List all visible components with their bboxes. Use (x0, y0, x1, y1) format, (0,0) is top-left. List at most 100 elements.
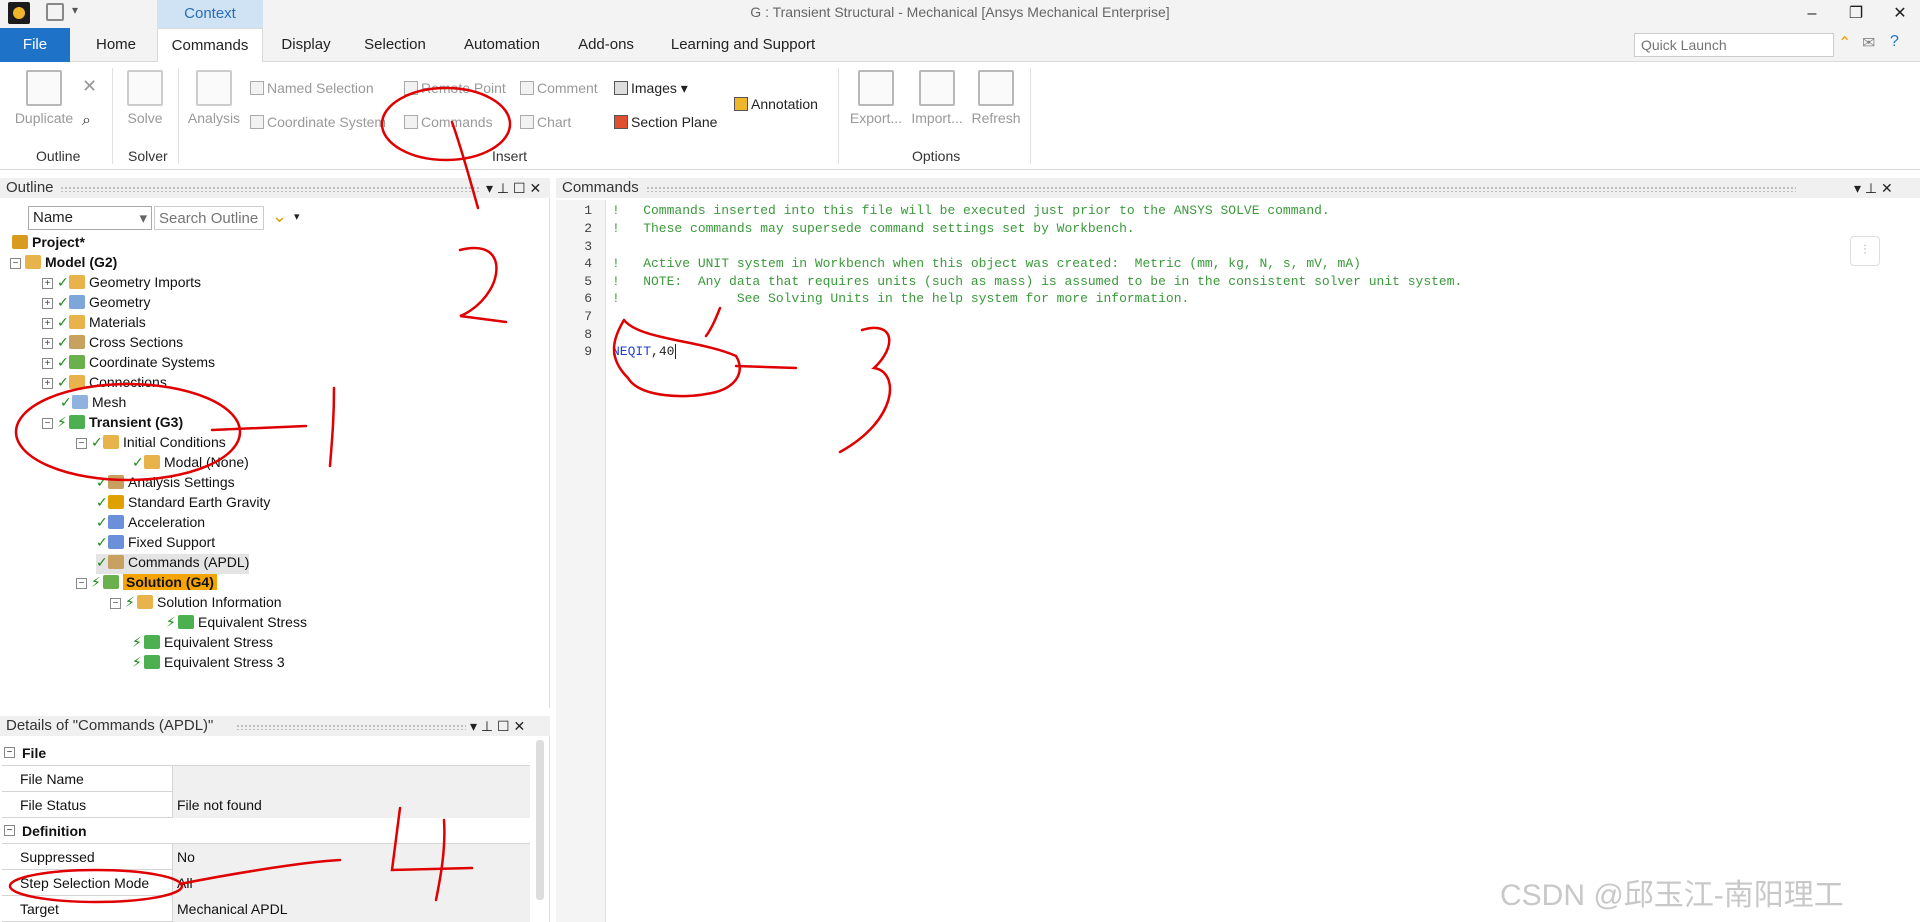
tree-node-fixed-support[interactable]: ✓ Fixed Support (96, 534, 215, 554)
details-group-definition[interactable]: − Definition (2, 818, 530, 844)
tree-node-modal[interactable]: ✓ Modal (None) (132, 454, 249, 474)
expand-icon[interactable]: + (42, 358, 53, 369)
tree-node-equivalent-stress-child[interactable]: ⚡ Equivalent Stress (166, 614, 307, 634)
collapse-icon[interactable]: − (42, 418, 53, 429)
collapse-icon[interactable]: − (4, 747, 15, 758)
delete-icon[interactable]: ✕ (82, 76, 97, 97)
expand-icon[interactable]: + (42, 298, 53, 309)
minimize-button[interactable]: – (1794, 2, 1830, 26)
details-panel-controls[interactable]: ▾ ⊥ ☐ ✕ (470, 716, 525, 736)
tree-node-acceleration[interactable]: ✓ Acceleration (96, 514, 205, 534)
expand-icon[interactable]: + (42, 318, 53, 329)
find-icon[interactable]: ⌕ (82, 112, 91, 130)
export-button[interactable]: Export... (846, 70, 906, 126)
tree-node-transient[interactable]: − ⚡ Transient (G3) (42, 414, 183, 434)
details-value[interactable]: No (172, 844, 530, 870)
tree-node-model[interactable]: − Model (G2) (10, 254, 117, 274)
tree-node-coordinate-systems[interactable]: + ✓ Coordinate Systems (42, 354, 215, 374)
code-line-neqit[interactable]: NEQIT,40 (612, 344, 677, 359)
help-icon[interactable]: ? (1890, 33, 1899, 51)
tree-node-equivalent-stress-3[interactable]: ⚡ Equivalent Stress 3 (132, 654, 285, 674)
tab-automation[interactable]: Automation (452, 28, 552, 62)
refresh-button[interactable]: Refresh (968, 70, 1024, 126)
panel-grip[interactable] (60, 186, 480, 192)
apdl-command-editor[interactable]: 1 2 3 4 5 6 7 8 9 ! Commands inserted in… (556, 200, 1920, 922)
tree-node-earth-gravity[interactable]: ✓ Standard Earth Gravity (96, 494, 270, 514)
remote-point-button[interactable]: Remote Point (404, 80, 506, 96)
details-row-step-selection-mode[interactable]: Step Selection Mode All (2, 870, 530, 896)
analysis-button[interactable]: Analysis (184, 70, 244, 126)
quick-launch-input[interactable] (1634, 33, 1834, 57)
tree-node-project[interactable]: Project* (12, 234, 85, 254)
code-line[interactable]: ! Commands inserted into this file will … (612, 203, 1330, 218)
tree-node-mesh[interactable]: ✓ Mesh (60, 394, 126, 414)
details-row-target[interactable]: Target Mechanical APDL (2, 896, 530, 922)
filter-chevron-icon[interactable]: ⌄ (272, 206, 287, 227)
tree-node-solution-information[interactable]: − ⚡ Solution Information (110, 594, 282, 614)
code-line[interactable]: ! NOTE: Any data that requires units (su… (612, 274, 1462, 289)
quick-access-dropdown-icon[interactable]: ▾ (72, 3, 78, 17)
restore-button[interactable]: ❐ (1838, 2, 1874, 26)
code-line[interactable]: ! Active UNIT system in Workbench when t… (612, 256, 1361, 271)
comment-button[interactable]: Comment (520, 80, 598, 96)
duplicate-button[interactable]: Duplicate (12, 70, 76, 126)
outline-panel-controls[interactable]: ▾ ⊥ ☐ ✕ (486, 178, 541, 198)
commands-panel-controls[interactable]: ▾ ⊥ ✕ (1854, 178, 1893, 198)
tab-add-ons[interactable]: Add-ons (566, 28, 646, 62)
expand-icon[interactable]: + (42, 278, 53, 289)
close-button[interactable]: ✕ (1882, 2, 1918, 26)
tab-commands[interactable]: Commands (157, 28, 263, 63)
import-button[interactable]: Import... (906, 70, 968, 126)
coordinate-system-button[interactable]: Coordinate System (250, 114, 386, 130)
annotation-button[interactable]: Annotation (734, 96, 818, 112)
collapse-icon[interactable]: − (110, 598, 121, 609)
code-line[interactable]: ! See Solving Units in the help system f… (612, 291, 1189, 306)
collapse-icon[interactable]: − (10, 258, 21, 269)
panel-grip[interactable] (646, 186, 1796, 192)
tree-node-equivalent-stress[interactable]: ⚡ Equivalent Stress (132, 634, 273, 654)
details-row-file-name[interactable]: File Name (2, 766, 530, 792)
collapse-icon[interactable]: − (4, 825, 15, 836)
collapse-icon[interactable]: − (76, 438, 87, 449)
tab-learning-and-support[interactable]: Learning and Support (660, 28, 826, 62)
chart-button[interactable]: Chart (520, 114, 571, 130)
tree-node-analysis-settings[interactable]: ✓ Analysis Settings (96, 474, 235, 494)
tree-node-geometry-imports[interactable]: + ✓ Geometry Imports (42, 274, 201, 294)
feedback-icon[interactable]: ✉ (1862, 33, 1875, 53)
details-value[interactable]: Mechanical APDL (172, 896, 530, 922)
commands-insert-button[interactable]: Commands (404, 114, 493, 130)
tree-node-commands-apdl[interactable]: ✓ Commands (APDL) (96, 554, 250, 574)
details-value[interactable] (172, 766, 530, 792)
tree-node-solution[interactable]: − ⚡ Solution (G4) (76, 574, 217, 594)
tree-node-materials[interactable]: + ✓ Materials (42, 314, 146, 334)
named-selection-button[interactable]: Named Selection (250, 80, 374, 96)
details-value[interactable]: All (172, 870, 530, 896)
tab-display[interactable]: Display (270, 28, 342, 62)
solve-button[interactable]: Solve (120, 70, 170, 126)
details-scrollbar[interactable] (536, 740, 544, 900)
tab-home[interactable]: Home (80, 28, 152, 62)
details-group-file[interactable]: − File (2, 740, 530, 766)
tree-node-connections[interactable]: + ✓ Connections (42, 374, 167, 394)
collapse-icon[interactable]: − (76, 578, 87, 589)
expand-icon[interactable]: + (42, 378, 53, 389)
tree-node-cross-sections[interactable]: + ✓ Cross Sections (42, 334, 183, 354)
tree-node-initial-conditions[interactable]: − ✓ Initial Conditions (76, 434, 226, 454)
collapse-ribbon-icon[interactable]: ⌃ (1838, 33, 1851, 53)
filter-dropdown-icon[interactable]: ▾ (294, 210, 300, 223)
details-row-file-status[interactable]: File Status File not found (2, 792, 530, 818)
editor-settings-icon[interactable]: ⫶ (1850, 236, 1880, 266)
search-outline-input[interactable] (154, 206, 264, 230)
panel-grip[interactable] (236, 724, 466, 730)
code-line[interactable]: ! These commands may supersede command s… (612, 221, 1135, 236)
images-button[interactable]: Images ▾ (614, 80, 688, 97)
tab-selection[interactable]: Selection (352, 28, 438, 62)
section-plane-button[interactable]: Section Plane (614, 114, 717, 130)
save-icon[interactable] (46, 3, 64, 21)
tree-node-geometry[interactable]: + ✓ Geometry (42, 294, 150, 314)
details-row-suppressed[interactable]: Suppressed No (2, 844, 530, 870)
expand-icon[interactable]: + (42, 338, 53, 349)
ansys-logo-icon[interactable] (8, 2, 30, 24)
outline-name-select[interactable]: Name ▾ (28, 206, 152, 230)
tab-file[interactable]: File (0, 28, 70, 62)
